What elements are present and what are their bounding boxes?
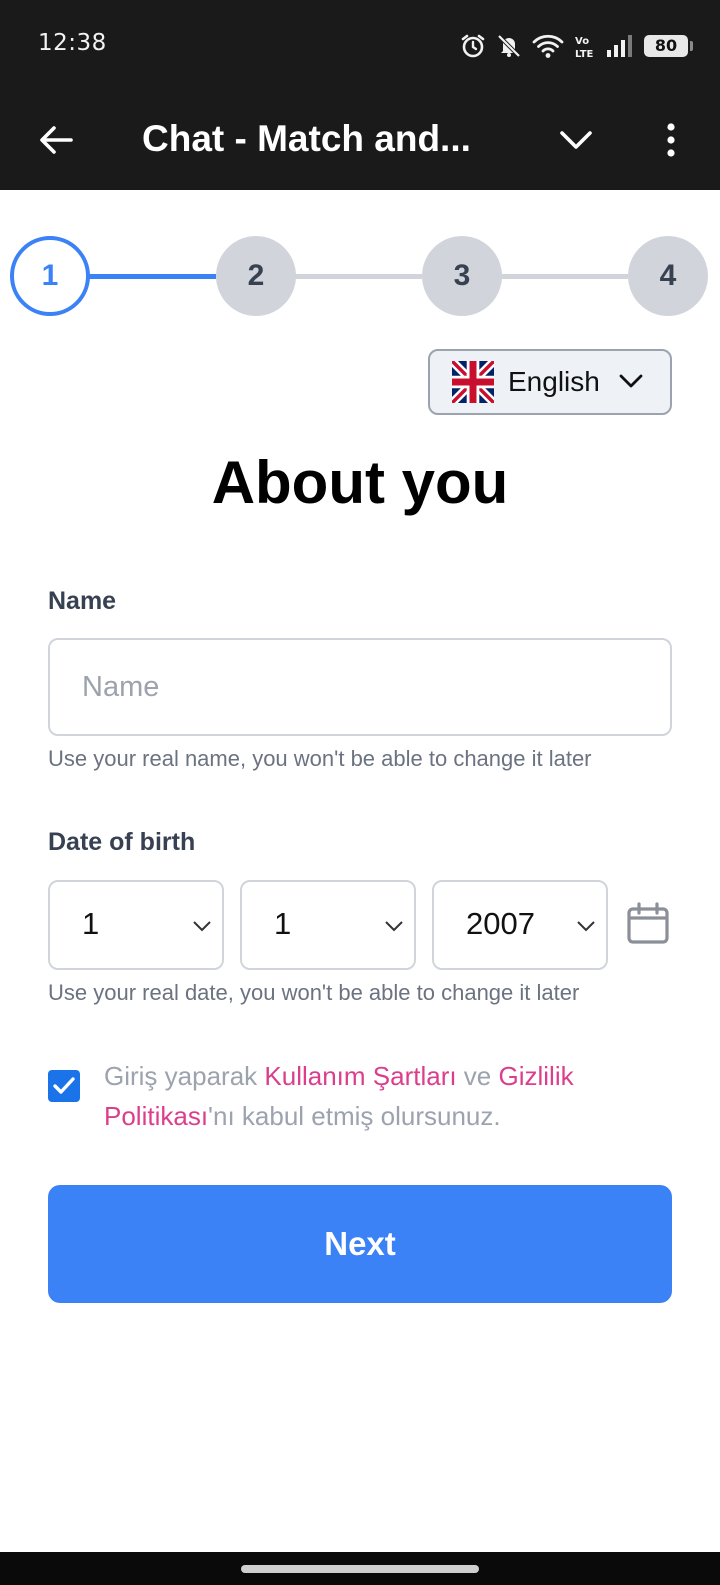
- arrow-left-icon: [40, 126, 73, 154]
- chevron-down-icon: [560, 131, 592, 149]
- calendar-button[interactable]: [626, 902, 674, 950]
- consent-middle: ve: [456, 1061, 499, 1091]
- status-time: 12:38: [38, 30, 107, 56]
- step-2: 2: [216, 236, 296, 316]
- app-bar: Chat - Match and...: [0, 90, 720, 190]
- check-icon: [53, 1077, 75, 1094]
- progress-stepper: 1 2 3 4: [0, 236, 720, 316]
- month-select[interactable]: 1: [240, 880, 416, 970]
- uk-flag-icon: [452, 361, 494, 403]
- step-connector: [294, 274, 422, 279]
- next-button[interactable]: Next: [48, 1185, 672, 1303]
- svg-text:Vo: Vo: [575, 36, 589, 47]
- step-4: 4: [628, 236, 708, 316]
- chevron-down-icon: [619, 374, 643, 388]
- wifi-icon: [532, 34, 564, 58]
- back-button[interactable]: [28, 112, 84, 168]
- step-connector: [88, 274, 216, 279]
- more-options-button[interactable]: [646, 112, 696, 168]
- year-value: 2007: [466, 906, 535, 941]
- alarm-icon: [461, 34, 485, 58]
- step-3: 3: [422, 236, 502, 316]
- day-value: 1: [82, 906, 100, 941]
- month-value: 1: [274, 906, 292, 941]
- system-nav-bar: [0, 1552, 720, 1585]
- dob-label: Date of birth: [48, 828, 196, 856]
- name-input[interactable]: [48, 638, 672, 736]
- step-1: 1: [10, 236, 90, 316]
- signal-icon: [607, 35, 632, 57]
- consent-prefix: Giriş yaparak: [104, 1061, 265, 1091]
- expand-button[interactable]: [548, 112, 604, 168]
- name-label: Name: [48, 587, 117, 615]
- name-hint: Use your real name, you won't be able to…: [48, 746, 592, 771]
- calendar-icon: [627, 902, 669, 944]
- chevron-down-icon: [385, 921, 403, 932]
- day-select[interactable]: 1: [48, 880, 224, 970]
- consent-text: Giriş yaparak Kullanım Şartları ve Gizli…: [104, 1056, 664, 1136]
- battery-icon: 80: [644, 35, 693, 57]
- home-handle[interactable]: [241, 1565, 479, 1573]
- chevron-down-icon: [193, 921, 211, 932]
- volte-icon: Vo LTE: [575, 36, 594, 59]
- step-connector: [500, 274, 628, 279]
- app-title: Chat - Match and...: [142, 118, 471, 159]
- more-vert-icon: [667, 123, 675, 157]
- language-selector[interactable]: English: [428, 349, 672, 415]
- status-bar: 12:38 Vo LTE 80: [0, 0, 720, 90]
- consent-checkbox[interactable]: [48, 1070, 80, 1102]
- svg-text:LTE: LTE: [575, 49, 594, 59]
- chevron-down-icon: [577, 921, 595, 932]
- dob-hint: Use your real date, you won't be able to…: [48, 980, 580, 1005]
- page-title: About you: [211, 449, 509, 516]
- terms-link[interactable]: Kullanım Şartları: [264, 1061, 456, 1091]
- status-icons: Vo LTE 80: [460, 30, 693, 62]
- bell-muted-icon: [497, 34, 521, 58]
- consent-suffix: 'nı kabul etmiş olursunuz.: [208, 1101, 501, 1131]
- year-select[interactable]: 2007: [432, 880, 608, 970]
- language-label: English: [508, 366, 600, 397]
